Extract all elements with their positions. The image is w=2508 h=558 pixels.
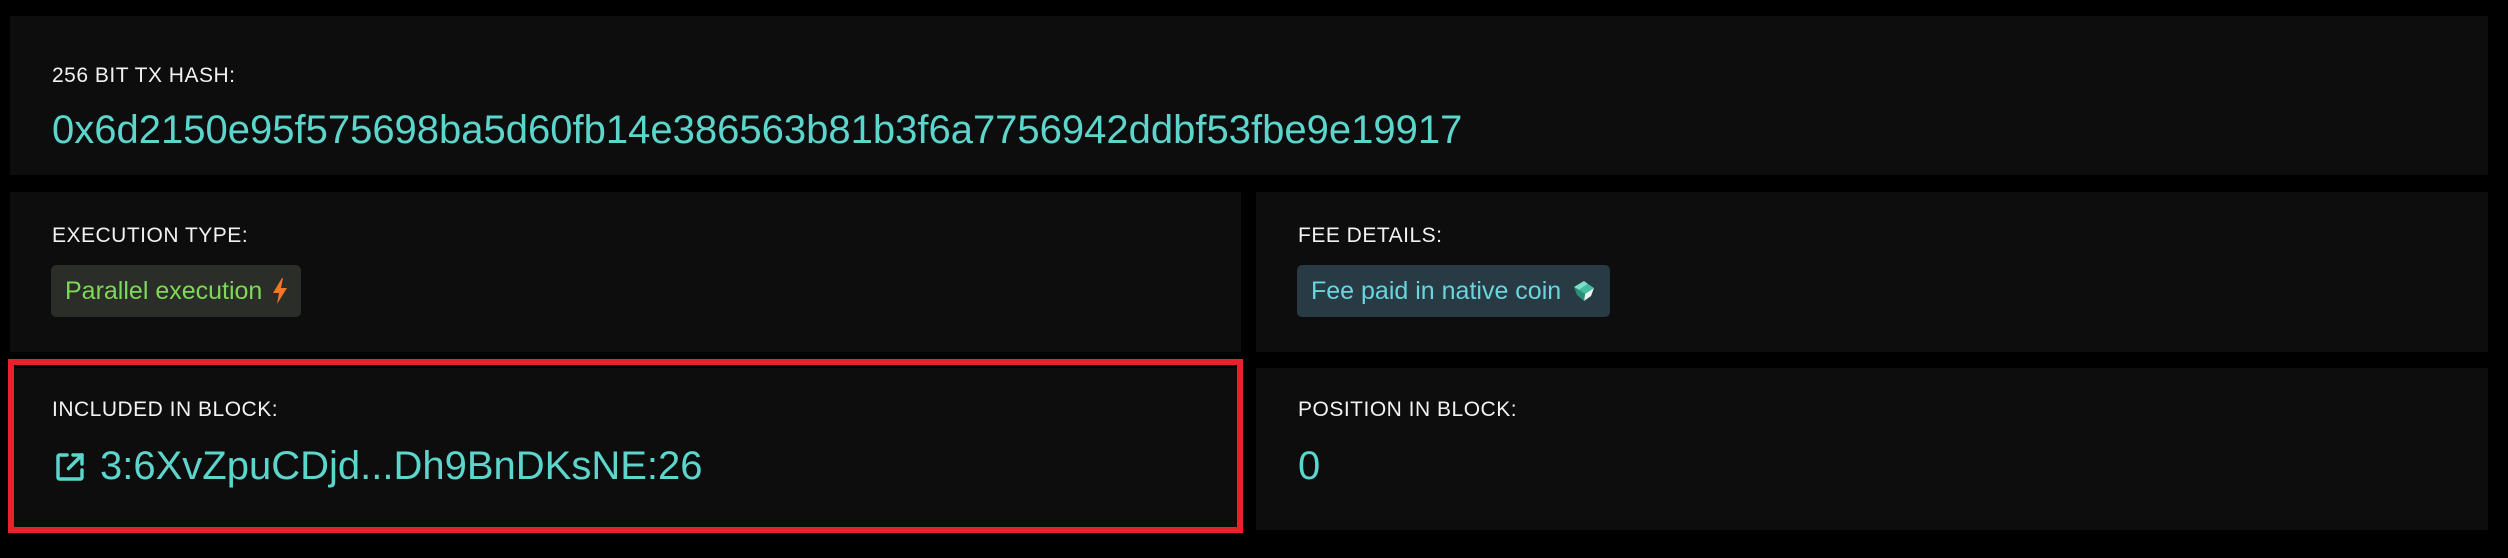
execution-type-label: EXECUTION TYPE: bbox=[52, 224, 249, 247]
position-in-block-value: 0 bbox=[1298, 444, 1321, 488]
execution-type-badge-text: Parallel execution bbox=[65, 276, 263, 305]
fee-details-badge-text: Fee paid in native coin bbox=[1311, 276, 1562, 305]
tx-hash-value[interactable]: 0x6d2150e95f575698ba5d60fb14e386563b81b3… bbox=[52, 108, 1462, 153]
external-link-icon[interactable] bbox=[52, 449, 88, 485]
fee-details-badge: Fee paid in native coin bbox=[1297, 265, 1611, 317]
position-in-block-label: POSITION IN BLOCK: bbox=[1298, 398, 1518, 421]
position-in-block-card: POSITION IN BLOCK: 0 bbox=[1256, 368, 2488, 530]
fee-details-label: FEE DETAILS: bbox=[1298, 224, 1443, 247]
included-in-block-card: INCLUDED IN BLOCK: 3:6XvZpuCDjd...Dh9BnD… bbox=[10, 368, 1241, 530]
native-coin-icon bbox=[1571, 278, 1597, 304]
block-link[interactable]: 3:6XvZpuCDjd...Dh9BnDKsNE:26 bbox=[52, 444, 703, 489]
fee-details-card: FEE DETAILS: Fee paid in native coin bbox=[1256, 192, 2488, 352]
lightning-bolt-icon bbox=[272, 278, 288, 304]
execution-type-card: EXECUTION TYPE: Parallel execution bbox=[10, 192, 1241, 352]
execution-type-badge: Parallel execution bbox=[51, 265, 302, 317]
included-in-block-label: INCLUDED IN BLOCK: bbox=[52, 398, 279, 421]
tx-hash-label: 256 BIT TX HASH: bbox=[52, 64, 236, 87]
block-link-text[interactable]: 3:6XvZpuCDjd...Dh9BnDKsNE:26 bbox=[100, 444, 703, 489]
tx-hash-card: 256 BIT TX HASH: 0x6d2150e95f575698ba5d6… bbox=[10, 16, 2488, 175]
